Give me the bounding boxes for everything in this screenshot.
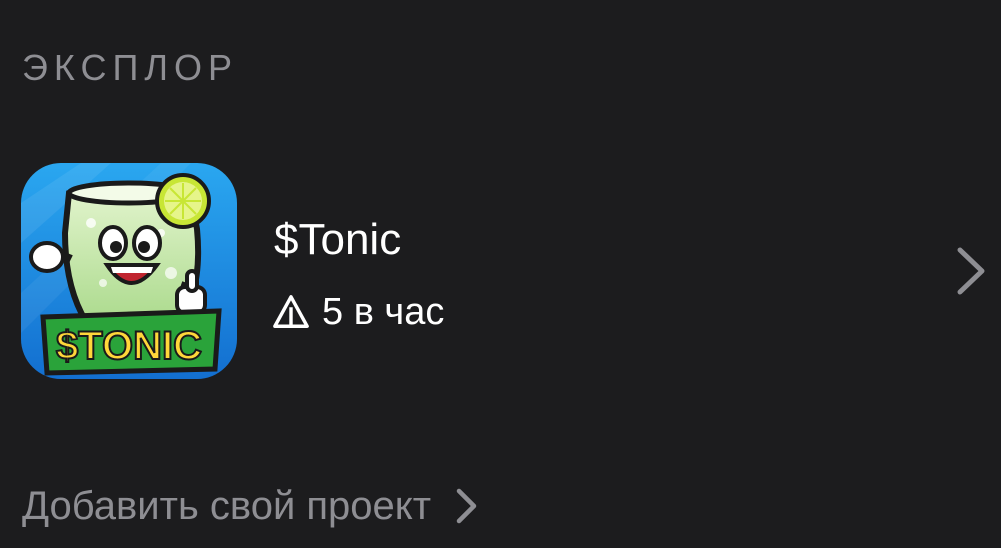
add-project-link[interactable]: Добавить свой проект (22, 482, 479, 530)
tonic-app-icon: $TONIC (21, 163, 237, 379)
project-meta: 5 в час (272, 290, 444, 334)
add-project-label: Добавить свой проект (22, 483, 432, 528)
chevron-right-icon (957, 247, 985, 295)
section-header-explore: ЭКСПЛОР (22, 47, 238, 88)
project-row-tonic[interactable]: $TONIC $Tonic 5 в час (0, 150, 1001, 390)
project-meta-text: 5 в час (322, 290, 445, 333)
tonic-logo-text: $TONIC (56, 324, 202, 368)
chevron-right-icon (456, 488, 477, 524)
warning-triangle-icon (273, 295, 309, 328)
project-name: $Tonic (274, 215, 402, 264)
